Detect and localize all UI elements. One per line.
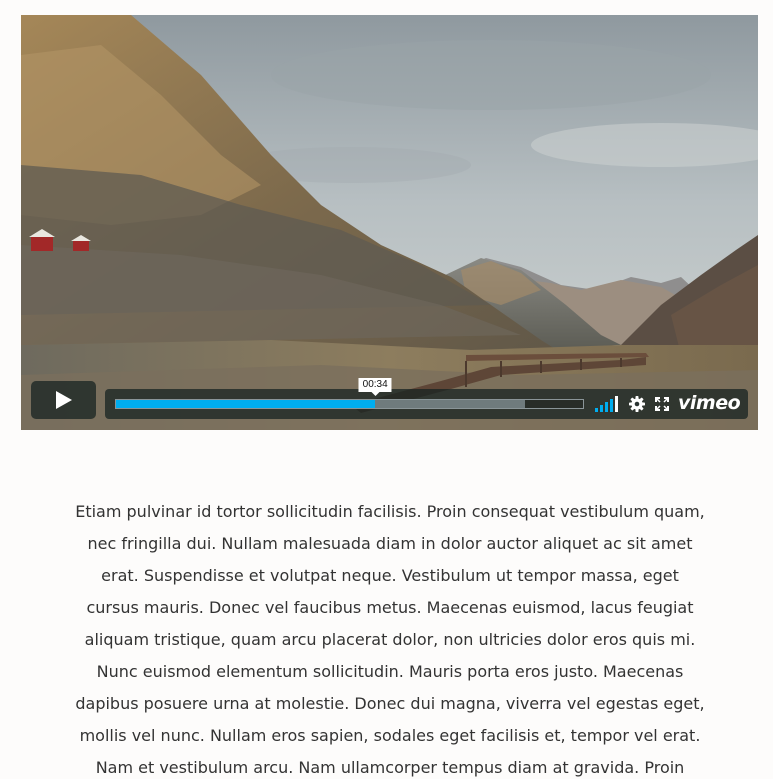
volume-bar[interactable] [605, 402, 608, 412]
progress-bar[interactable]: 00:34 [115, 378, 584, 409]
video-player[interactable]: 00:34 vimeo [21, 15, 758, 430]
fullscreen-icon [655, 397, 669, 411]
video-frame-landscape [21, 15, 758, 430]
progress-played [116, 400, 376, 408]
article-paragraph: Etiam pulvinar id tortor sollicitudin fa… [75, 502, 705, 777]
volume-icon [595, 396, 618, 412]
volume-bar[interactable] [600, 405, 603, 412]
volume-bar[interactable] [595, 408, 598, 412]
settings-button[interactable] [628, 395, 646, 413]
play-button[interactable] [31, 381, 96, 419]
play-icon [55, 391, 72, 409]
timecode-tooltip: 00:34 [358, 378, 392, 396]
volume-bar[interactable] [610, 399, 613, 412]
volume-control[interactable] [594, 395, 620, 413]
player-controlbar: 00:34 vimeo [105, 378, 748, 419]
fullscreen-button[interactable] [654, 395, 670, 413]
gear-icon [629, 396, 645, 412]
volume-bar[interactable] [615, 396, 618, 412]
page: 00:34 vimeo Etiam pulvinar id tortor sol… [0, 0, 773, 779]
vimeo-logo[interactable]: vimeo [678, 392, 741, 414]
